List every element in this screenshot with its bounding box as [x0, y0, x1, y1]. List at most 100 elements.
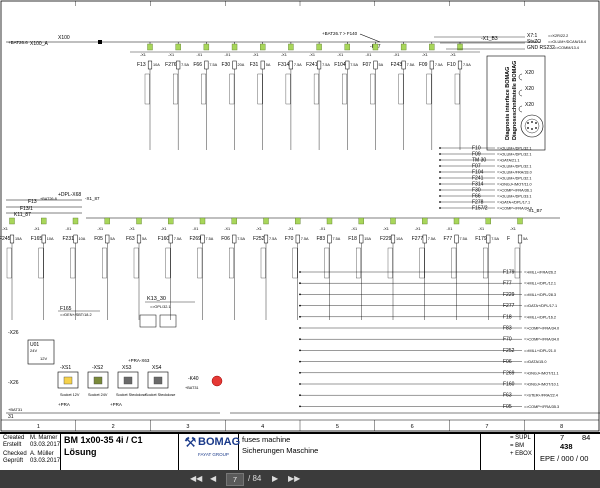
u01-v12: 12V [40, 356, 47, 361]
k11-87-label: K11_87 [14, 212, 31, 218]
fuse-tag: F06 [221, 236, 230, 242]
fuse-tag: F07 [362, 62, 371, 68]
pra-x63-label: +PRA-X63 [128, 358, 150, 363]
fuse-tag: F277 [412, 236, 424, 242]
x26-label-a: -X26 [8, 330, 19, 336]
fuse-symbol [260, 60, 265, 70]
terminal-x1-label: -X1 [253, 53, 259, 57]
x1-87-label: -X1_87 [85, 196, 100, 201]
brand-sub: FAYAT GROUP [198, 452, 229, 457]
fuse-rating: 7.5A [209, 63, 217, 67]
f13-label: F13 [28, 199, 37, 205]
bat26-label: +BAT26.8 [40, 197, 57, 201]
brand-name: BOMAG [198, 436, 241, 448]
wire-junction [299, 360, 301, 363]
created-label: Created [3, 435, 25, 441]
wire-junction [299, 315, 301, 318]
column-number: 2 [112, 424, 115, 430]
fuse-rating: 10A [153, 63, 160, 67]
terminal-x1-label: -X1 [288, 227, 294, 231]
first-page-button[interactable]: ◀◀ [190, 474, 202, 483]
fuse-tag: F160 [158, 236, 170, 242]
fuse-terminal-icon [326, 217, 333, 225]
fuse-rating: 7.5A [407, 63, 415, 67]
fuse-tag: F13 [137, 62, 146, 68]
fuse-symbol [200, 234, 205, 244]
x26-label-b: -X26 [8, 380, 19, 386]
fuse-tag: F18 [348, 236, 357, 242]
last-page-button[interactable]: ▶▶ [288, 474, 300, 483]
terminal-x1-label: -X1 [510, 227, 516, 231]
terminal-x1-label: -X1 [225, 53, 231, 57]
terminal-x1-label: -X1 [168, 53, 174, 57]
ref-fuse-name: F179 [503, 270, 515, 276]
column-number: 5 [336, 424, 339, 430]
checked-de: Geprüft [3, 458, 24, 464]
fuse-rating: 10A [79, 237, 86, 241]
pra-label-2: +PRA [110, 402, 122, 407]
terminal-x1-label: -X1 [196, 53, 202, 57]
fuse-terminal-icon [203, 43, 210, 51]
ref-fuse-name: F277 [503, 303, 515, 309]
terminal-x1-label: -X1 [394, 53, 400, 57]
fuse-symbol [429, 60, 434, 70]
fuse-rating: 15A [364, 237, 371, 241]
fuse-symbol [105, 234, 110, 244]
ref-fuse-name: F70 [503, 337, 512, 343]
fuse-rating: 10A [47, 237, 54, 241]
fuse-tag: F66 [193, 62, 202, 68]
checker-date: 03.03.2017 [30, 458, 61, 464]
wire-junction [439, 153, 441, 155]
ref-target: =>OLUM+/DPL/32.1 [497, 165, 532, 169]
fuse-symbol [401, 60, 406, 70]
k13-label: K13_30 [147, 296, 166, 302]
ref-fuse-name: F77 [503, 281, 512, 287]
fuse-symbol [168, 234, 173, 244]
ref-target: =>MILL+/DPL/28.3 [524, 293, 556, 297]
xs1-socket-text: Socket 12V [60, 393, 80, 397]
fuse-symbol [486, 234, 491, 244]
socket-icon [153, 376, 163, 385]
fuse-tag: F241 [306, 62, 318, 68]
ref-target: =>COMP+/FRA/35.3 [524, 405, 559, 409]
fuse-terminal-icon [316, 43, 322, 51]
ref-fuse-name: F252 [503, 348, 515, 354]
document-number: 438 [560, 442, 573, 451]
ref-target: =>DATA+/DPL/17.1 [524, 304, 557, 308]
fuse-tag: F05 [94, 236, 103, 242]
u01-v24: 24V [30, 348, 37, 353]
fuse-symbol [136, 234, 142, 244]
column-number: 3 [186, 424, 189, 430]
fuse-tag: F245 [0, 236, 11, 242]
fuse-terminal-icon [72, 217, 79, 225]
wire-junction [299, 349, 301, 352]
fuse-symbol [390, 234, 396, 244]
fuse-symbol [457, 60, 463, 70]
bat31-bus-label: +BAT31 [8, 407, 23, 412]
fuse-terminal-icon [422, 217, 428, 225]
ref-fuse-name: F06 [503, 359, 512, 365]
fuse-symbol [517, 234, 523, 244]
solution-title: Lösung [64, 447, 97, 457]
wire-junction [299, 304, 301, 307]
x100-label: X100_A [30, 41, 48, 47]
ref-target: =>STER+/FRA/22.4 [524, 394, 558, 398]
creator-name: M. Marner [30, 435, 58, 441]
fuse-symbol [41, 234, 46, 244]
fuse-symbol [73, 234, 78, 244]
fuse-rating: 10A [396, 237, 403, 241]
fuse-rating: 7.5A [181, 63, 189, 67]
ref-target: =>COMP+/FRA/36.1 [497, 189, 532, 193]
fuse-symbol [9, 234, 15, 244]
fuse-tag: F229 [380, 236, 392, 242]
column-number: 6 [411, 424, 414, 430]
wire-junction [299, 327, 301, 329]
fuse-terminal-icon [231, 217, 237, 225]
fuse-wiring-diagram: 1 2 3 4 5 6 7 8 +BAT26.6 X100 X100_A +BAT26.7 >… [0, 0, 600, 432]
top-supply-label: +BAT26.6 [8, 40, 28, 45]
fuse-rating: 5A [142, 237, 147, 241]
next-page-button[interactable]: ▶ [272, 474, 278, 483]
page-number-input[interactable]: 7 [226, 473, 244, 486]
prev-page-button[interactable]: ◀ [210, 474, 216, 483]
ref-target: =>OLUM+/DPL/32.1 [497, 153, 532, 157]
